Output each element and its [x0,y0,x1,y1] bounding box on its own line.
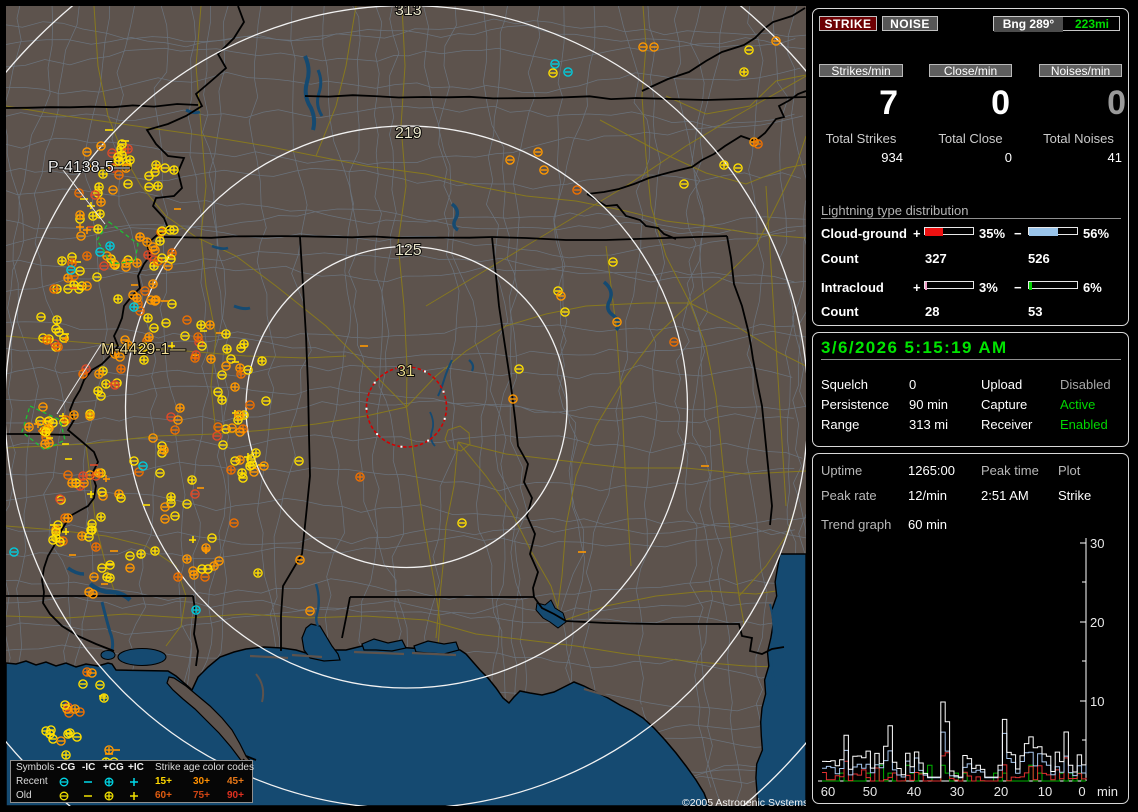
svg-text:©2005 Astrogenic Systems: ©2005 Astrogenic Systems [682,797,806,806]
svg-text:50: 50 [863,784,877,799]
svg-text:40: 40 [907,784,921,799]
svg-text:125: 125 [395,242,422,259]
svg-text:219: 219 [395,125,422,142]
svg-text:P-4138-5—: P-4138-5— [48,159,130,176]
svg-text:20: 20 [1090,615,1104,630]
svg-text:60: 60 [821,784,835,799]
svg-text:0: 0 [1078,784,1085,799]
svg-text:M-4429-1—: M-4429-1— [101,341,185,358]
svg-text:31: 31 [397,363,415,380]
svg-text:313: 313 [395,6,422,19]
svg-text:30: 30 [950,784,964,799]
svg-text:30: 30 [1090,536,1104,551]
svg-text:min: min [1097,784,1118,799]
svg-text:10: 10 [1090,694,1104,709]
svg-text:20: 20 [994,784,1008,799]
svg-text:10: 10 [1038,784,1052,799]
